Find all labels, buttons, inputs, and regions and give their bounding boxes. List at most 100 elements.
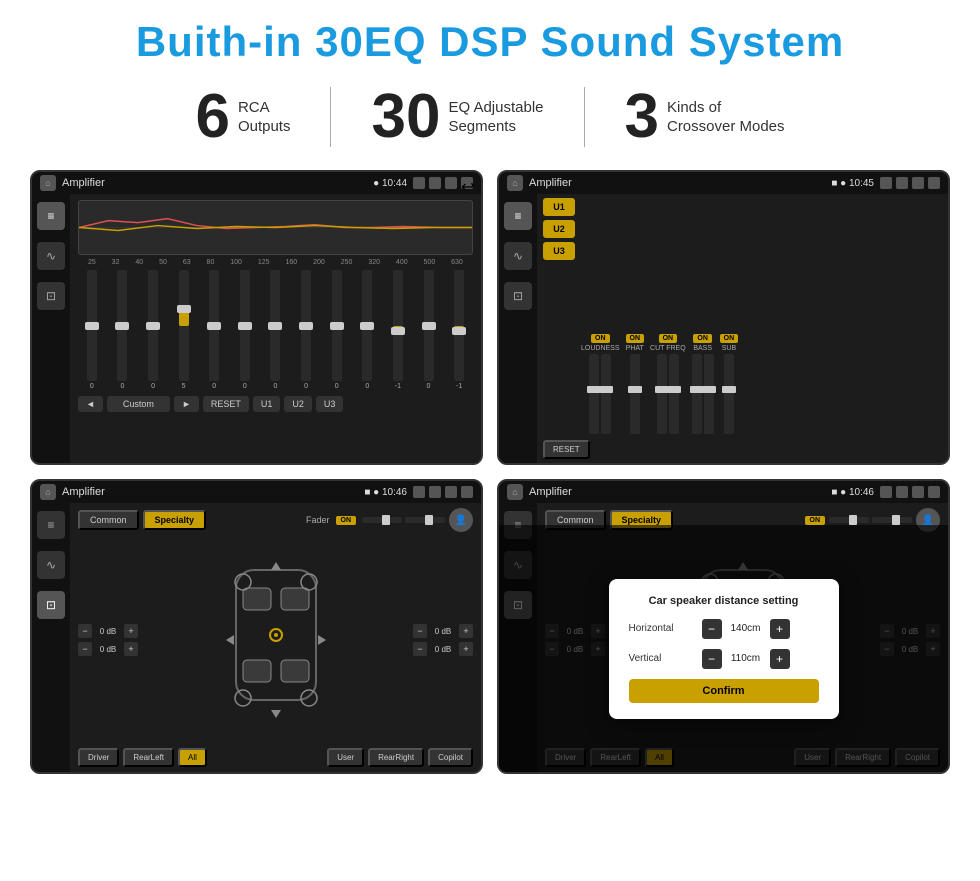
cutfreq-on[interactable]: ON (659, 334, 678, 343)
rearright-button-3[interactable]: RearRight (368, 748, 424, 767)
db-plus-rl[interactable]: + (124, 642, 138, 656)
copilot-button-3[interactable]: Copilot (428, 748, 473, 767)
fader-on-badge[interactable]: ON (336, 516, 357, 525)
status-icons-2 (880, 177, 940, 189)
screen2-title: Amplifier (529, 177, 825, 189)
all-button-3[interactable]: All (178, 748, 207, 767)
eq-icon-2[interactable]: ≡ (504, 202, 532, 230)
db-minus-fl[interactable]: − (78, 624, 92, 638)
eq-slider-8[interactable]: 0 (301, 270, 311, 390)
back-icon-1[interactable]: ↩ (461, 177, 473, 189)
phat-on[interactable]: ON (626, 334, 645, 343)
reset-button[interactable]: RESET (203, 396, 249, 412)
db-minus-fr[interactable]: − (413, 624, 427, 638)
play-button[interactable]: ► (174, 396, 199, 412)
bass-slider-f[interactable] (692, 354, 702, 434)
eq-icon-3[interactable]: ≡ (37, 511, 65, 539)
sub-on[interactable]: ON (720, 334, 739, 343)
tab-common-3[interactable]: Common (78, 510, 139, 530)
bottom-nav-row-3: Driver RearLeft All User RearRight Copil… (78, 748, 473, 767)
custom-button[interactable]: Custom (107, 396, 170, 412)
u3-select[interactable]: U3 (543, 242, 575, 260)
camera-icon-2 (880, 177, 892, 189)
amp-reset-button[interactable]: RESET (543, 440, 590, 459)
home-icon-2[interactable]: ⌂ (507, 175, 523, 191)
home-icon-1[interactable]: ⌂ (40, 175, 56, 191)
dialog-title: Car speaker distance setting (629, 595, 819, 607)
wave-icon[interactable]: ∿ (37, 242, 65, 270)
prev-button[interactable]: ◄ (78, 396, 103, 412)
eq-slider-11[interactable]: -1 (393, 270, 403, 390)
stat-crossover: 3 Kinds ofCrossover Modes (585, 86, 825, 148)
fader-slider-1[interactable] (362, 517, 402, 523)
eq-slider-9[interactable]: 0 (332, 270, 342, 390)
horizontal-plus[interactable]: + (770, 619, 790, 639)
u2-select[interactable]: U2 (543, 220, 575, 238)
eq-slider-7[interactable]: 0 (270, 270, 280, 390)
db-plus-rr[interactable]: + (459, 642, 473, 656)
wave-icon-3[interactable]: ∿ (37, 551, 65, 579)
volume-icon-4 (896, 486, 908, 498)
bass-col: ON BASS (692, 334, 714, 434)
back-icon-3[interactable] (461, 486, 473, 498)
home-icon-3[interactable]: ⌂ (40, 484, 56, 500)
eq-slider-4[interactable]: 5 (179, 270, 189, 390)
amp-main: U1 U2 U3 ON LOUDNESS (537, 194, 948, 463)
vertical-minus[interactable]: − (702, 649, 722, 669)
eq-slider-13[interactable]: -1 (454, 270, 464, 390)
u1-select[interactable]: U1 (543, 198, 575, 216)
db-plus-fr[interactable]: + (459, 624, 473, 638)
eq-slider-3[interactable]: 0 (148, 270, 158, 390)
back-icon-4[interactable] (928, 486, 940, 498)
fader-sliders-4 (829, 517, 912, 523)
bass-slider-g[interactable] (704, 354, 714, 434)
fader-on-badge-4[interactable]: ON (805, 516, 826, 525)
eq-slider-6[interactable]: 0 (240, 270, 250, 390)
vertical-plus[interactable]: + (770, 649, 790, 669)
u3-button[interactable]: U3 (316, 396, 344, 412)
bass-on[interactable]: ON (693, 334, 712, 343)
user-button-3[interactable]: User (327, 748, 364, 767)
sub-slider[interactable] (724, 354, 734, 434)
eq-slider-2[interactable]: 0 (117, 270, 127, 390)
speaker-icon-3[interactable]: ⊡ (37, 591, 65, 619)
confirm-button[interactable]: Confirm (629, 679, 819, 703)
db-minus-rr[interactable]: − (413, 642, 427, 656)
u1-button[interactable]: U1 (253, 396, 281, 412)
loudness-slider-l[interactable] (589, 354, 599, 434)
dialog-row-horizontal: Horizontal − 140cm + (629, 619, 819, 639)
avatar-button[interactable]: 👤 (449, 508, 473, 532)
u2-button[interactable]: U2 (284, 396, 312, 412)
eq-slider-5[interactable]: 0 (209, 270, 219, 390)
speaker-icon-2[interactable]: ⊡ (504, 282, 532, 310)
cutfreq-slider-g[interactable] (669, 354, 679, 434)
eq-slider-10[interactable]: 0 (362, 270, 372, 390)
tab-specialty-3[interactable]: Specialty (143, 510, 207, 530)
screen4-content: ≡ ∿ ⊡ Common Specialty ON 👤 (499, 503, 948, 772)
loudness-on[interactable]: ON (591, 334, 610, 343)
screen1-eq: ⌂ Amplifier ● 10:44 ↩ ≡ ∿ ⊡ (30, 170, 483, 465)
db-value-fl: 0 dB (95, 627, 121, 636)
phat-slider[interactable] (630, 354, 640, 434)
eq-icon[interactable]: ≡ (37, 202, 65, 230)
horizontal-minus[interactable]: − (702, 619, 722, 639)
fader-slider-4a[interactable] (829, 517, 869, 523)
fader-slider-4b[interactable] (872, 517, 912, 523)
eq-slider-12[interactable]: 0 (424, 270, 434, 390)
driver-button-3[interactable]: Driver (78, 748, 119, 767)
wave-icon-2[interactable]: ∿ (504, 242, 532, 270)
home-icon-4[interactable]: ⌂ (507, 484, 523, 500)
db-plus-fl[interactable]: + (124, 624, 138, 638)
cutfreq-slider-f[interactable] (657, 354, 667, 434)
db-minus-rl[interactable]: − (78, 642, 92, 656)
status-bar-3: ⌂ Amplifier ■ ● 10:46 (32, 481, 481, 503)
eq-slider-1[interactable]: 0 (87, 270, 97, 390)
loudness-slider-r[interactable] (601, 354, 611, 434)
stat-rca-number: 6 (195, 86, 229, 148)
speaker-icon[interactable]: ⊡ (37, 282, 65, 310)
dialog-box: Car speaker distance setting Horizontal … (609, 579, 839, 719)
fader-slider-2[interactable] (405, 517, 445, 523)
rearleft-button-3[interactable]: RearLeft (123, 748, 174, 767)
back-icon-2[interactable] (928, 177, 940, 189)
status-icons-4 (880, 486, 940, 498)
